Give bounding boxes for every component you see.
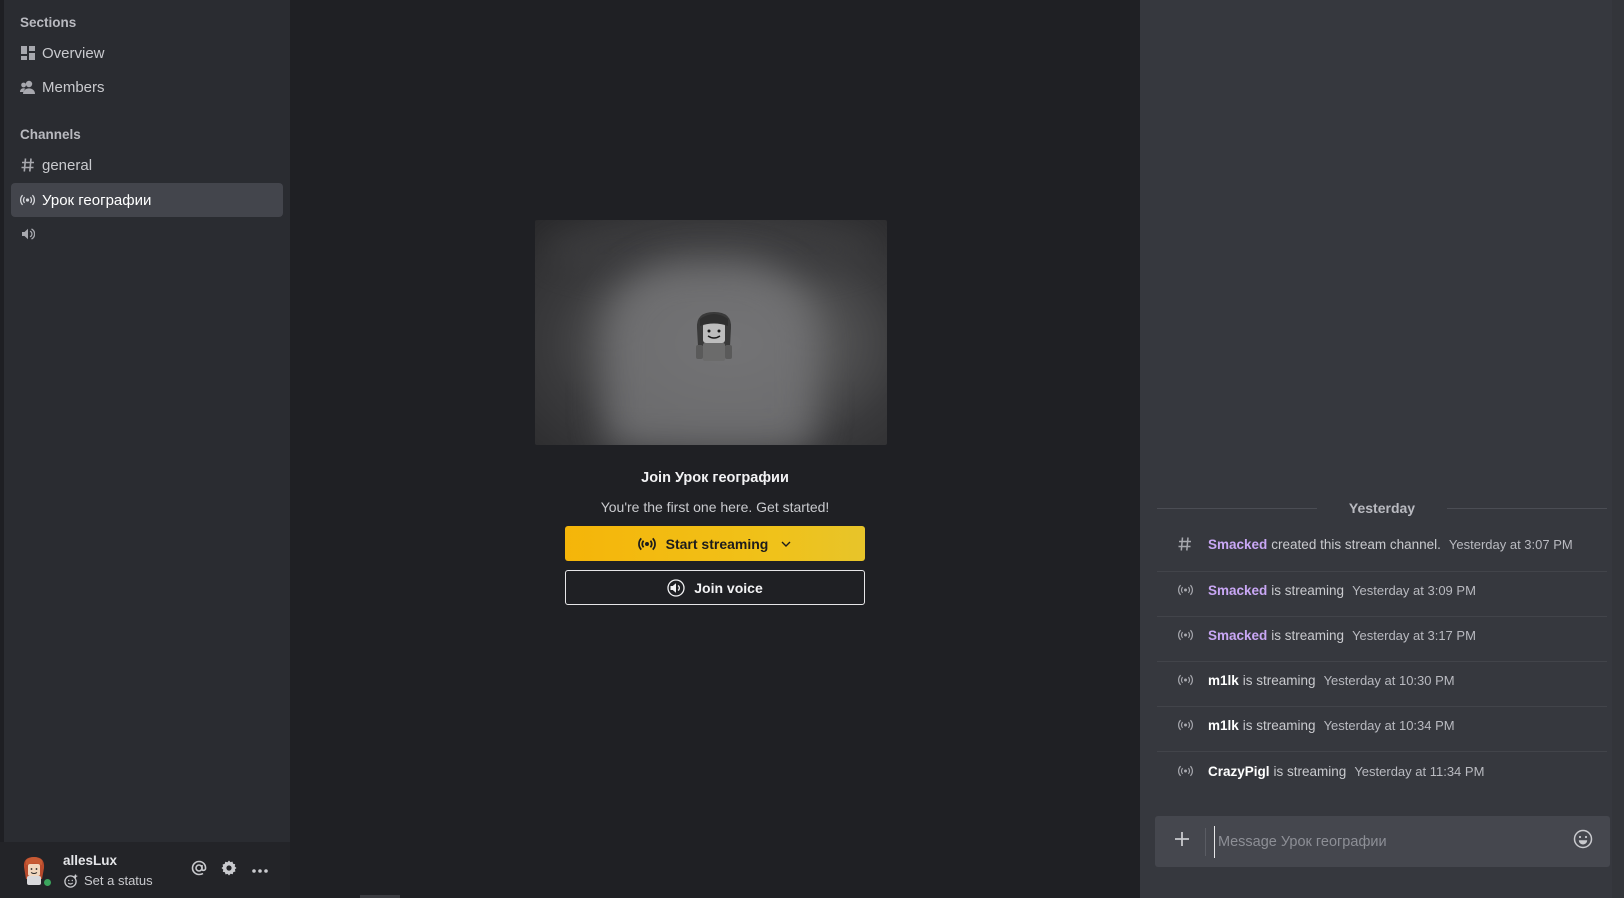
message-action: created this stream channel. — [1271, 536, 1441, 552]
message-timestamp: Yesterday at 10:30 PM — [1323, 672, 1455, 688]
sidebar: Sections Overview Members Channels gener… — [0, 0, 290, 898]
start-streaming-label: Start streaming — [665, 535, 769, 552]
message-action: is streaming — [1273, 763, 1347, 779]
channel-item-general[interactable]: general — [11, 148, 283, 182]
start-streaming-button[interactable]: Start streaming — [565, 526, 865, 561]
message-timestamp: Yesterday at 3:09 PM — [1352, 582, 1476, 598]
stream-preview-thumbnail — [535, 220, 887, 445]
join-voice-button[interactable]: Join voice — [565, 570, 865, 605]
join-voice-label: Join voice — [694, 579, 763, 596]
stream-icon — [20, 193, 35, 208]
mentions-button[interactable] — [188, 859, 210, 881]
channel-label: Урок географии — [42, 191, 152, 209]
stream-icon — [1177, 763, 1193, 779]
main-panel: Join Урок географии You're the first one… — [290, 0, 1140, 898]
stream-icon — [637, 537, 656, 551]
message-author[interactable]: Smacked — [1208, 537, 1267, 552]
smiley-add-icon — [64, 874, 78, 888]
message-timestamp: Yesterday at 3:17 PM — [1352, 627, 1476, 643]
set-status-label: Set a status — [84, 873, 153, 888]
set-status-link[interactable]: Set a status — [64, 873, 153, 888]
stream-icon — [1177, 627, 1193, 643]
message-action: is streaming — [1242, 672, 1316, 688]
message-action: is streaming — [1271, 627, 1345, 643]
members-icon — [20, 80, 35, 95]
message-composer — [1155, 816, 1610, 867]
ellipsis-icon — [251, 861, 269, 879]
system-message: Smacked is streaming Yesterday at 3:09 P… — [1177, 575, 1607, 605]
system-message: Smacked is streaming Yesterday at 3:17 P… — [1177, 620, 1607, 650]
avatar-figure — [692, 310, 736, 366]
message-action: is streaming — [1271, 582, 1345, 598]
date-divider: Yesterday — [1157, 500, 1607, 516]
composer-divider — [1205, 828, 1206, 856]
plus-icon — [1173, 830, 1191, 853]
message-timestamp: Yesterday at 10:34 PM — [1323, 717, 1455, 733]
message-author[interactable]: Smacked — [1208, 628, 1267, 643]
system-message: m1lk is streaming Yesterday at 10:34 PM — [1177, 710, 1607, 740]
speaker-icon — [20, 227, 35, 242]
message-timestamp: Yesterday at 3:07 PM — [1448, 536, 1573, 552]
user-panel: allesLux Set a status — [0, 842, 290, 898]
message-action: is streaming — [1242, 717, 1316, 733]
gear-icon — [220, 859, 238, 882]
sidebar-edge — [0, 0, 4, 898]
smiley-icon — [1573, 829, 1593, 854]
date-divider-label: Yesterday — [1348, 500, 1416, 516]
sidebar-item-members[interactable]: Members — [11, 70, 283, 104]
attach-button[interactable] — [1170, 829, 1194, 853]
chat-panel: Yesterday Smacked created this stream ch… — [1140, 0, 1624, 898]
more-options-button[interactable] — [249, 859, 271, 881]
online-status-dot — [42, 877, 53, 888]
channels-heading: Channels — [20, 127, 81, 142]
channel-label: general — [42, 156, 93, 174]
system-message: Smacked created this stream channel. Yes… — [1177, 529, 1607, 559]
stream-icon — [1177, 582, 1193, 598]
channel-item-urok-geografii[interactable]: Урок географии — [11, 183, 283, 217]
sidebar-item-label: Overview — [42, 44, 105, 62]
join-subtitle: You're the first one here. Get started! — [600, 499, 830, 515]
system-message: m1lk is streaming Yesterday at 10:30 PM — [1177, 665, 1607, 695]
emoji-button[interactable] — [1571, 829, 1595, 853]
at-icon — [190, 859, 208, 882]
message-author[interactable]: CrazyPigl — [1208, 764, 1270, 779]
stream-icon — [1177, 672, 1193, 688]
speaker-icon — [667, 578, 685, 597]
channel-item-voice[interactable] — [11, 217, 283, 251]
chat-scrollbar-track[interactable] — [1612, 0, 1624, 898]
sections-heading: Sections — [20, 15, 77, 30]
message-input[interactable] — [1214, 826, 1554, 858]
sidebar-item-label: Members — [42, 78, 105, 96]
settings-button[interactable] — [218, 859, 240, 881]
message-author[interactable]: Smacked — [1208, 583, 1267, 598]
sidebar-item-overview[interactable]: Overview — [11, 36, 283, 70]
chevron-down-icon[interactable] — [780, 538, 792, 550]
hash-icon — [20, 158, 35, 173]
username: allesLux — [63, 853, 118, 868]
grid-icon — [20, 46, 35, 61]
message-timestamp: Yesterday at 11:34 PM — [1354, 763, 1485, 779]
message-author[interactable]: m1lk — [1208, 718, 1239, 733]
message-author[interactable]: m1lk — [1208, 673, 1239, 688]
stream-icon — [1177, 717, 1193, 733]
join-title: Join Урок географии — [641, 470, 789, 486]
hash-icon — [1177, 536, 1193, 552]
system-message: CrazyPigl is streaming Yesterday at 11:3… — [1177, 756, 1607, 786]
